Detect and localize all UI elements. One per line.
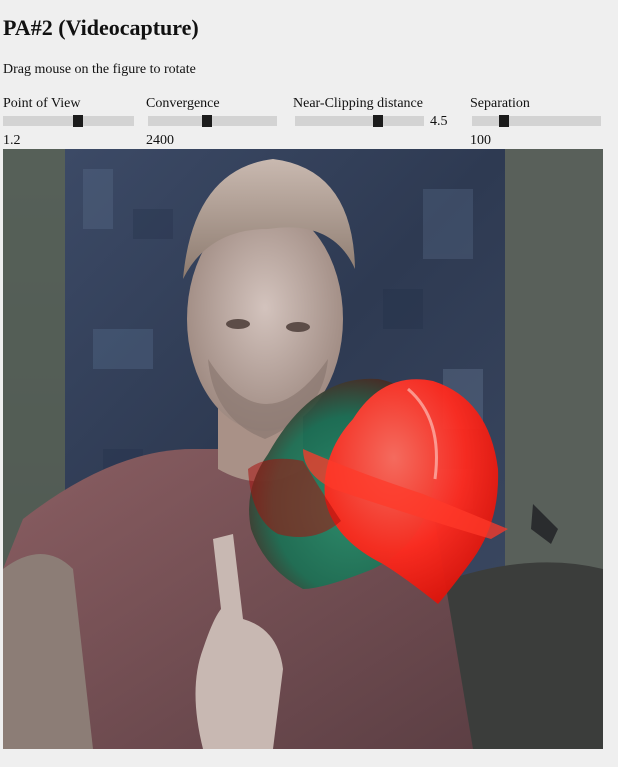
convergence-slider[interactable] — [148, 115, 277, 127]
point-of-view-control: Point of View 1.2 — [3, 95, 138, 148]
near-clipping-slider[interactable] — [295, 115, 424, 127]
point-of-view-slider-thumb[interactable] — [72, 115, 83, 127]
video-capture-canvas[interactable] — [3, 149, 603, 749]
convergence-control: Convergence 2400 — [146, 95, 281, 148]
convergence-slider-thumb[interactable] — [202, 115, 213, 127]
separation-control: Separation 100 — [470, 95, 605, 148]
instruction-text: Drag mouse on the figure to rotate — [3, 62, 196, 77]
person-left-eye — [226, 319, 250, 329]
convergence-label: Convergence — [146, 96, 220, 111]
separation-slider-thumb[interactable] — [499, 115, 510, 127]
point-of-view-label: Point of View — [3, 96, 81, 111]
separation-slider[interactable] — [472, 115, 601, 127]
convergence-value: 2400 — [146, 133, 174, 148]
page-title: PA#2 (Videocapture) — [3, 15, 199, 40]
person-right-eye — [286, 322, 310, 332]
near-clipping-label: Near-Clipping distance — [293, 96, 423, 111]
separation-value: 100 — [470, 133, 491, 148]
near-clipping-control: Near-Clipping distance 4.5 — [293, 95, 463, 147]
near-clipping-slider-thumb[interactable] — [372, 115, 383, 127]
video-capture-viewport[interactable] — [3, 149, 603, 749]
point-of-view-slider[interactable] — [3, 115, 134, 127]
near-clipping-value: 4.5 — [430, 114, 448, 129]
point-of-view-value: 1.2 — [3, 133, 21, 148]
separation-label: Separation — [470, 96, 530, 111]
